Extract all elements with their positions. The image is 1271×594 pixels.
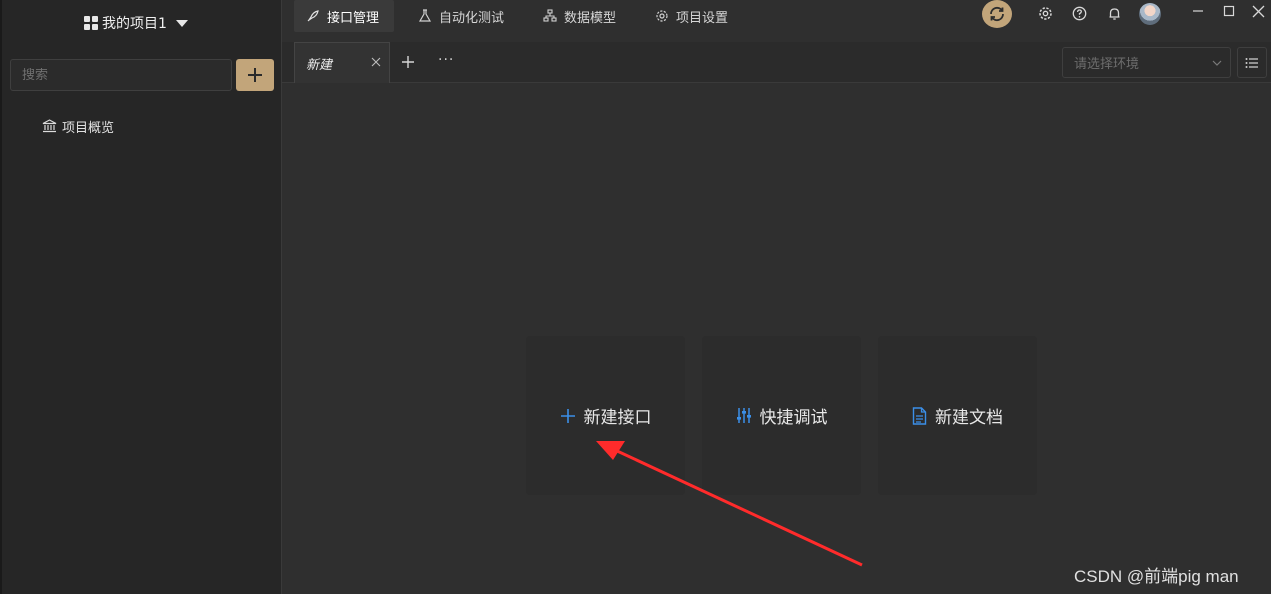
grid-icon xyxy=(84,16,98,30)
sidebar-item-label: 项目概览 xyxy=(62,120,115,136)
quick-debug-card[interactable]: 快捷调试 xyxy=(702,336,861,495)
sidebar-item-overview[interactable]: 项目概览 xyxy=(42,116,114,136)
card-label: 快捷调试 xyxy=(759,408,828,428)
caret-down-icon xyxy=(175,19,188,27)
sync-icon xyxy=(990,6,1004,22)
minimize-icon xyxy=(1193,10,1203,12)
project-name: 我的项目1 xyxy=(102,16,167,32)
settings-button[interactable] xyxy=(1037,5,1053,21)
tab-api-management[interactable]: 接口管理 xyxy=(294,0,395,32)
search-input[interactable] xyxy=(22,67,231,83)
sync-button[interactable] xyxy=(982,0,1012,28)
new-tab-plus-icon[interactable] xyxy=(400,54,416,70)
window-edge xyxy=(0,0,2,594)
tab-automation-test[interactable]: 自动化测试 xyxy=(406,0,519,32)
gear-icon xyxy=(1038,6,1052,20)
environment-placeholder: 请选择环境 xyxy=(1074,57,1140,72)
tab-label: 接口管理 xyxy=(327,10,380,26)
card-label: 新建接口 xyxy=(583,408,652,428)
bell-icon xyxy=(1109,7,1119,20)
search-box xyxy=(10,59,232,91)
sidebar: 我的项目1 项目概览 xyxy=(0,0,282,594)
maximize-button[interactable] xyxy=(1222,4,1236,18)
new-document-card[interactable]: 新建文档 xyxy=(878,336,1037,495)
add-button[interactable] xyxy=(236,59,274,91)
chevron-down-icon xyxy=(1212,60,1222,66)
card-label: 新建文档 xyxy=(935,408,1003,428)
tab-label: 数据模型 xyxy=(564,10,617,26)
plus-icon xyxy=(560,408,575,423)
help-icon xyxy=(1072,6,1086,20)
app-window: 我的项目1 项目概览 接口管理 xyxy=(0,0,1271,594)
tab-project-settings[interactable]: 项目设置 xyxy=(643,0,743,32)
new-api-card[interactable]: 新建接口 xyxy=(526,336,685,495)
flask-icon xyxy=(418,9,432,22)
minimize-button[interactable] xyxy=(1191,4,1205,18)
watermark: CSDN @前端pig man xyxy=(1074,567,1239,586)
close-icon xyxy=(1252,5,1264,17)
tab-data-model[interactable]: 数据模型 xyxy=(531,0,631,32)
rocket-icon xyxy=(307,10,319,22)
document-icon xyxy=(912,406,927,425)
bank-icon xyxy=(42,119,57,133)
tab-label: 自动化测试 xyxy=(439,10,505,26)
maximize-icon xyxy=(1223,5,1235,17)
document-tab-bar: 新建 ··· 请选择环境 xyxy=(282,42,1271,83)
tab-label: 新建 xyxy=(306,57,333,73)
environment-list-button[interactable] xyxy=(1237,47,1267,78)
tab-new[interactable]: 新建 xyxy=(294,42,390,83)
help-button[interactable] xyxy=(1071,5,1087,21)
notification-button[interactable] xyxy=(1106,5,1122,21)
gear-icon xyxy=(656,10,668,22)
list-icon xyxy=(1245,57,1258,68)
plus-icon xyxy=(248,68,262,82)
environment-select[interactable]: 请选择环境 xyxy=(1062,47,1231,78)
more-tabs-button[interactable]: ··· xyxy=(438,52,454,68)
avatar[interactable] xyxy=(1139,3,1161,25)
top-nav: 接口管理 自动化测试 数据模型 项目设置 xyxy=(282,0,743,32)
sliders-icon xyxy=(736,408,751,423)
close-icon[interactable] xyxy=(371,57,381,67)
tab-label: 项目设置 xyxy=(676,10,729,26)
project-switcher[interactable]: 我的项目1 xyxy=(84,12,188,34)
close-button[interactable] xyxy=(1251,4,1265,18)
hierarchy-icon xyxy=(543,9,557,22)
